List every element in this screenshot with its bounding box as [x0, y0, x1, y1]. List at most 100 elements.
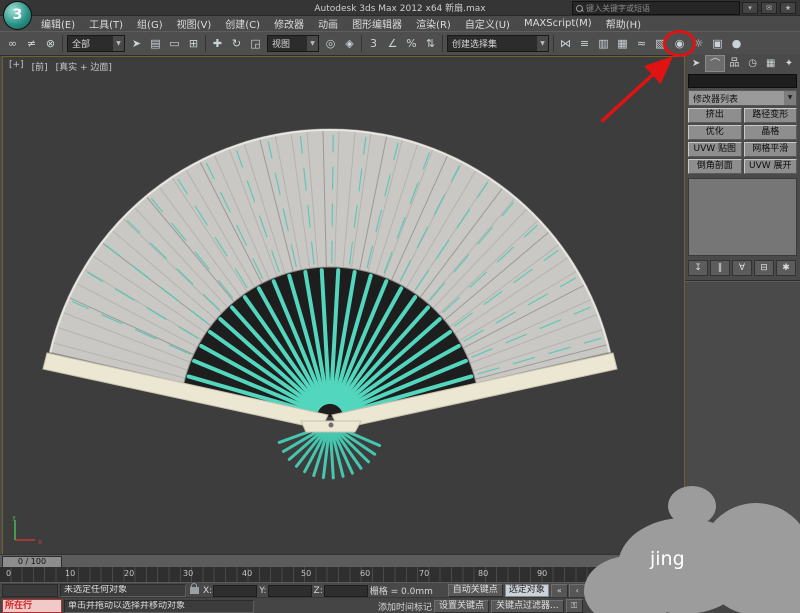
bind-to-space-warp-icon[interactable]: ⊗ — [41, 34, 60, 53]
track-tick-0: 0 — [6, 569, 11, 578]
status-prompt: 未选定任何对象 — [60, 584, 186, 597]
coord-z-field[interactable] — [324, 585, 368, 597]
coord-z: Z: — [314, 585, 368, 597]
modifier-stack[interactable] — [688, 178, 797, 256]
menu-item-4[interactable]: 创建(C) — [218, 16, 267, 31]
rect-selection-region-icon[interactable]: ▭ — [165, 34, 184, 53]
command-panel-tabs: ➤⌒品◷▦✦ — [687, 55, 798, 72]
menu-item-8[interactable]: 渲染(R) — [409, 16, 458, 31]
select-and-scale-icon[interactable]: ◲ — [246, 34, 265, 53]
coord-y-field[interactable] — [268, 585, 312, 597]
chevron-down-icon: ▼ — [537, 36, 548, 51]
render-setup-icon[interactable]: ☼ — [689, 34, 708, 53]
coord-y: Y: — [259, 585, 311, 597]
render-production-icon[interactable]: ● — [727, 34, 746, 53]
modifier-button-0[interactable]: 挤出 — [688, 108, 742, 123]
layer-manager-icon[interactable]: ▥ — [594, 34, 613, 53]
modifier-button-5[interactable]: 网格平滑 — [744, 142, 798, 157]
track-tick-20: 20 — [124, 569, 134, 578]
viewport-view-menu[interactable]: [前] — [32, 60, 48, 73]
modifier-list-dropdown[interactable]: 修改器列表 ▼ — [688, 90, 797, 106]
add-time-tag[interactable]: 添加时间标记 — [378, 600, 432, 613]
coord-x-field[interactable] — [213, 585, 257, 597]
tab-create[interactable]: ➤ — [687, 55, 705, 72]
modifier-button-4[interactable]: UVW 贴图 — [688, 142, 742, 157]
front-viewport[interactable]: [+] [前] [真实 + 边面] x y — [2, 56, 685, 555]
viewport-general-menu[interactable]: [+] — [9, 60, 24, 73]
coord-x: X: — [203, 585, 257, 597]
tab-modify[interactable]: ⌒ — [705, 55, 725, 72]
remove-modifier-icon[interactable]: ⊟ — [754, 260, 774, 276]
reference-coordinate-dropdown-label: 视图 — [272, 37, 290, 50]
favorites-icon[interactable]: ★ — [780, 2, 796, 14]
chevron-down-icon: ▼ — [307, 36, 318, 51]
object-name-field[interactable] — [688, 74, 797, 88]
set-key-button[interactable]: 设置关键点 — [434, 600, 489, 613]
select-and-move-icon[interactable]: ✚ — [208, 34, 227, 53]
configure-modifier-sets-icon[interactable]: ✱ — [776, 260, 796, 276]
tab-utilities[interactable]: ✦ — [780, 55, 798, 72]
percent-snap-icon[interactable]: % — [402, 34, 421, 53]
window-crossing-icon[interactable]: ⊞ — [184, 34, 203, 53]
select-and-manipulate-icon[interactable]: ◈ — [340, 34, 359, 53]
select-by-name-icon[interactable]: ▤ — [146, 34, 165, 53]
menu-item-5[interactable]: 修改器 — [267, 16, 311, 31]
unlink-selection-icon[interactable]: ≠ — [22, 34, 41, 53]
select-and-rotate-icon[interactable]: ↻ — [227, 34, 246, 53]
show-end-result-icon[interactable]: ‖ — [710, 260, 730, 276]
menu-item-3[interactable]: 视图(V) — [170, 16, 219, 31]
track-tick-10: 10 — [65, 569, 75, 578]
infocenter-search[interactable]: 键入关键字或短语 — [572, 1, 740, 15]
menu-item-0[interactable]: 编辑(E) — [34, 16, 82, 31]
angle-snap-icon[interactable]: ∠ — [383, 34, 402, 53]
maxscript-macro-line[interactable] — [2, 584, 58, 597]
named-selection-sets-dropdown[interactable]: 创建选择集▼ — [447, 35, 549, 52]
menu-item-10[interactable]: MAXScript(M) — [517, 18, 599, 29]
selection-filter-dropdown[interactable]: 全部▼ — [67, 35, 125, 52]
modifier-button-2[interactable]: 优化 — [688, 125, 742, 140]
menu-item-11[interactable]: 帮助(H) — [599, 16, 648, 31]
communication-center-icon[interactable]: ✉ — [761, 2, 777, 14]
track-bar[interactable]: 0102030405060708090100 — [0, 567, 683, 583]
modifier-button-1[interactable]: 路径变形 — [744, 108, 798, 123]
menu-item-7[interactable]: 图形编辑器 — [345, 16, 409, 31]
menu-item-6[interactable]: 动画 — [311, 16, 345, 31]
help-dropdown-icon[interactable]: ▾ — [742, 2, 758, 14]
modifier-button-6[interactable]: 倒角剖面 — [688, 159, 742, 174]
pin-stack-icon[interactable]: ↧ — [688, 260, 708, 276]
menu-item-9[interactable]: 自定义(U) — [458, 16, 517, 31]
key-mode-toggle-icon[interactable]: ⚿ — [566, 599, 583, 613]
align-icon[interactable]: ≡ — [575, 34, 594, 53]
go-to-start-icon[interactable]: « — [551, 584, 568, 598]
tab-motion[interactable]: ◷ — [744, 55, 762, 72]
viewport-shading-menu[interactable]: [真实 + 边面] — [56, 60, 112, 73]
select-object-icon[interactable]: ➤ — [127, 34, 146, 53]
auto-key-button[interactable]: 自动关键点 — [448, 584, 503, 597]
menu-item-2[interactable]: 组(G) — [130, 16, 170, 31]
menu-bar: 编辑(E)工具(T)组(G)视图(V)创建(C)修改器动画图形编辑器渲染(R)自… — [34, 15, 800, 31]
modifier-button-7[interactable]: UVW 展开 — [744, 159, 798, 174]
material-editor-icon[interactable]: ◉ — [670, 34, 689, 53]
curve-editor-icon[interactable]: ≈ — [632, 34, 651, 53]
selected-filter-dropdown[interactable]: 选定对象 — [505, 584, 549, 597]
spinner-snap-icon[interactable]: ⇅ — [421, 34, 440, 53]
app-logo-icon[interactable]: 3 — [3, 1, 32, 30]
selection-lock-icon[interactable] — [190, 587, 199, 594]
use-pivot-center-icon[interactable]: ◎ — [321, 34, 340, 53]
modifier-button-3[interactable]: 晶格 — [744, 125, 798, 140]
key-filters-button[interactable]: 关键点过滤器... — [491, 600, 564, 613]
fan-model[interactable] — [3, 57, 684, 554]
maxscript-mini-listener[interactable]: 所在行 — [2, 599, 62, 613]
snaps-toggle-icon[interactable]: 3 — [364, 34, 383, 53]
tab-hierarchy[interactable]: 品 — [725, 55, 743, 72]
make-unique-icon[interactable]: ∀ — [732, 260, 752, 276]
tab-display[interactable]: ▦ — [762, 55, 780, 72]
graphite-ribbon-icon[interactable]: ▦ — [613, 34, 632, 53]
mirror-icon[interactable]: ⋈ — [556, 34, 575, 53]
menu-item-1[interactable]: 工具(T) — [82, 16, 130, 31]
select-and-link-icon[interactable]: ∞ — [3, 34, 22, 53]
rendered-frame-window-icon[interactable]: ▣ — [708, 34, 727, 53]
chevron-down-icon: ▼ — [113, 36, 124, 51]
schematic-view-icon[interactable]: ▧ — [651, 34, 670, 53]
reference-coordinate-dropdown[interactable]: 视图 ▼ — [267, 35, 319, 52]
